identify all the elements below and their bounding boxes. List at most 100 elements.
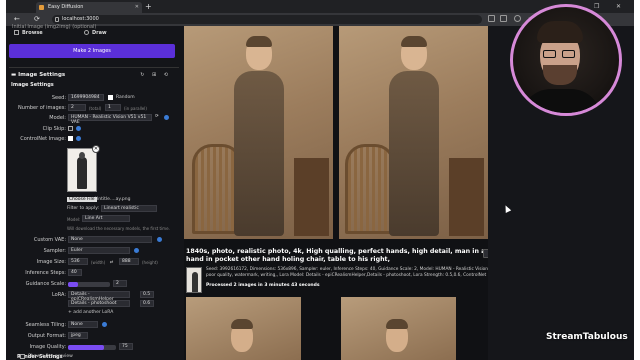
live-preview-label: Show a live preview xyxy=(28,354,73,359)
info-icon[interactable] xyxy=(157,237,162,242)
figure-hair xyxy=(401,36,427,47)
refresh-models-icon[interactable]: ⟳ xyxy=(155,114,159,119)
sampler-select[interactable]: Euler xyxy=(68,247,130,254)
width-select[interactable]: 536 xyxy=(68,258,88,265)
lora1-select[interactable]: Details - epiCRealismHelper xyxy=(68,291,130,302)
quality-input[interactable]: 75 xyxy=(119,343,133,350)
new-tab-button[interactable]: + xyxy=(145,1,152,12)
format-label: Output Format: xyxy=(27,333,66,339)
figure-head xyxy=(79,152,85,159)
clip-skip-label: Clip Skip: xyxy=(42,126,66,132)
lora-label: LoRA: xyxy=(51,292,66,298)
generated-image-3[interactable] xyxy=(186,297,301,360)
download-note: Will download the necessary models, the … xyxy=(67,226,170,231)
info-icon[interactable] xyxy=(76,136,81,141)
figure-body xyxy=(234,71,284,236)
browse-button[interactable]: Browse xyxy=(14,30,43,36)
table-shape xyxy=(449,158,484,236)
glasses-right xyxy=(562,50,575,58)
tab-title: Easy Diffusion xyxy=(48,4,84,10)
random-seed-checkbox[interactable] xyxy=(108,95,113,100)
extension-icon[interactable] xyxy=(488,15,495,22)
filter-select[interactable]: Lineart realistic xyxy=(101,205,157,212)
profile-icon[interactable] xyxy=(514,15,521,22)
section-title[interactable]: ▬ Image Settings xyxy=(11,72,65,78)
num-images-input[interactable]: 2 xyxy=(68,104,86,111)
info-icon[interactable] xyxy=(76,126,81,131)
figure-silhouette xyxy=(77,157,87,189)
parallel-input[interactable]: 1 xyxy=(105,104,121,111)
guidance-slider-fill xyxy=(68,282,78,287)
lora1-weight[interactable]: 0.5 xyxy=(140,291,154,298)
figure-hair xyxy=(246,36,272,47)
browser-tab[interactable]: Easy Diffusion ✕ xyxy=(36,2,142,13)
lora2-weight[interactable]: 0.6 xyxy=(140,300,154,307)
browse-label: Browse xyxy=(22,30,43,36)
section-header-icons[interactable]: ↻ ⊞ ⟲ xyxy=(140,72,171,78)
stream-watermark: StreamTabulous xyxy=(546,332,628,342)
image-settings-subtitle: Image Settings xyxy=(11,82,54,88)
generated-image-2[interactable] xyxy=(339,26,488,239)
cn-model-label: Model: xyxy=(67,217,81,222)
pencil-icon xyxy=(84,30,89,35)
info-icon[interactable] xyxy=(134,248,139,253)
clip-skip-checkbox[interactable] xyxy=(68,126,73,131)
figure-body xyxy=(389,71,439,236)
glasses-left xyxy=(543,50,556,58)
height-select[interactable]: 888 xyxy=(119,258,139,265)
quality-slider-fill xyxy=(68,345,104,350)
url-field[interactable]: localhost:3000 xyxy=(52,15,482,24)
add-lora-button[interactable]: + add another LoRA xyxy=(68,310,113,315)
total-label: (total) xyxy=(89,106,102,111)
model-select[interactable]: HUMAN - Realistic Vision V51 v51 VAE xyxy=(68,114,152,125)
random-label: Random xyxy=(116,95,135,100)
quality-slider[interactable] xyxy=(68,345,116,350)
generated-image-4[interactable] xyxy=(341,297,456,360)
steps-label: Inference Steps: xyxy=(25,270,66,276)
model-label: Model: xyxy=(49,115,66,121)
live-preview-checkbox[interactable] xyxy=(20,354,25,359)
filter-label: Filter to apply: xyxy=(67,206,100,211)
left-settings-panel: Initial Image (img2img) (optional) Brows… xyxy=(6,24,184,360)
swap-size-icon[interactable]: ⇄ xyxy=(110,259,113,264)
tab-close-icon[interactable]: ✕ xyxy=(135,2,139,13)
seed-input[interactable]: 1699904984 xyxy=(68,94,104,101)
seamless-select[interactable]: None xyxy=(68,321,98,328)
height-unit: (height) xyxy=(142,260,158,265)
steps-input[interactable]: 40 xyxy=(68,269,82,276)
webcam-shirt xyxy=(521,89,601,113)
make-images-button[interactable]: Make 2 Images xyxy=(9,44,175,58)
remove-image-icon[interactable]: ✕ xyxy=(92,145,100,153)
processed-status: Processed 2 images in 3 minutes 43 secon… xyxy=(206,283,320,288)
table-shape xyxy=(294,158,329,236)
bookmark-icon[interactable] xyxy=(500,15,507,22)
webcam-hair xyxy=(537,21,583,43)
choose-file-button[interactable]: Choose File xyxy=(67,197,97,202)
controlnet-label: ControlNet Image: xyxy=(20,136,66,142)
info-icon[interactable] xyxy=(102,322,107,327)
draw-label: Draw xyxy=(92,30,107,36)
figure-hair xyxy=(386,319,408,329)
guidance-slider[interactable] xyxy=(68,282,110,287)
webcam-overlay xyxy=(510,4,622,116)
format-select[interactable]: jpeg xyxy=(68,332,88,339)
figure-hair xyxy=(231,319,253,329)
close-window-button[interactable]: ✕ xyxy=(616,0,621,13)
image-settings-section: ▬ Image Settings ↻ ⊞ ⟲ Image Settings Se… xyxy=(9,67,179,360)
guidance-label: Guidance Scale: xyxy=(25,281,66,287)
lock-icon xyxy=(55,17,59,22)
controlnet-image-preview: ✕ xyxy=(67,145,100,192)
guidance-input[interactable]: 2 xyxy=(113,280,127,287)
upload-icon xyxy=(14,30,19,35)
info-icon[interactable] xyxy=(164,115,169,120)
cn-model-select[interactable]: Line Art xyxy=(82,215,130,222)
draw-button[interactable]: Draw xyxy=(84,30,107,36)
controlnet-thumbnail xyxy=(186,267,202,293)
width-unit: (width) xyxy=(91,260,106,265)
lora2-select[interactable]: Details - photoshoot xyxy=(68,300,130,307)
generated-image-1[interactable] xyxy=(184,26,333,239)
quality-label: Image Quality: xyxy=(29,344,66,350)
chair-shape xyxy=(345,144,395,234)
controlnet-checkbox[interactable] xyxy=(68,136,73,141)
custom-vae-select[interactable]: None xyxy=(68,236,152,243)
